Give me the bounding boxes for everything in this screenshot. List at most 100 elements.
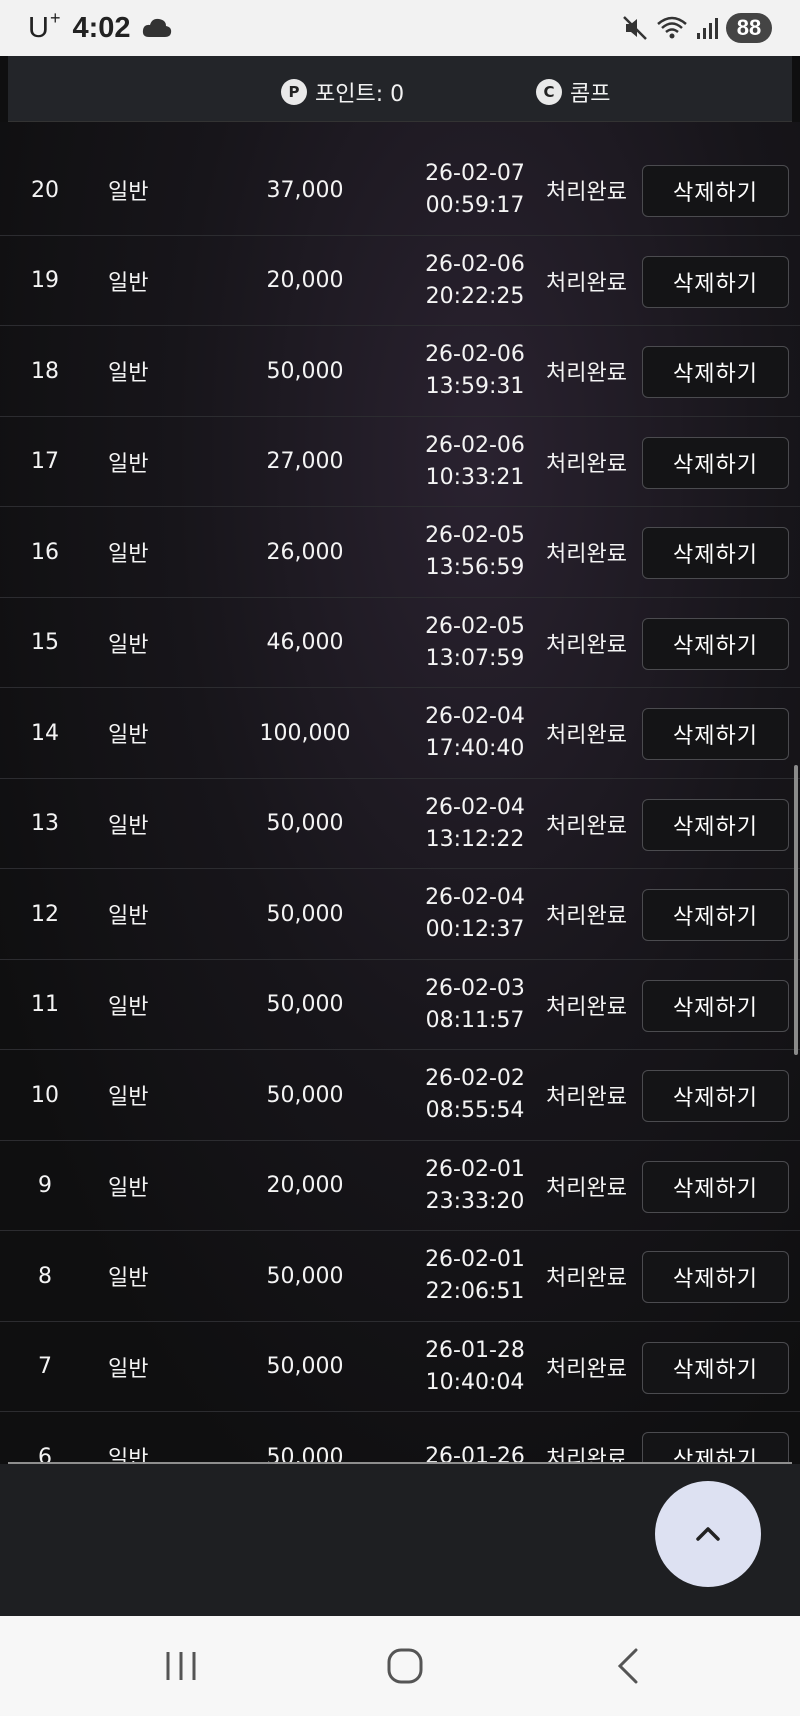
status-bar: U + 4:02 88 [0, 0, 800, 56]
scroll-to-top-button[interactable] [655, 1481, 761, 1587]
point-icon: P [281, 79, 307, 105]
scrollbar-thumb[interactable] [794, 765, 798, 1055]
table-row: 20 일반 37,000 26-02-07 00:59:17 처리완료 삭제하기 [0, 145, 800, 236]
row-amount: 50,000 [266, 1444, 344, 1463]
recent-apps-icon[interactable] [156, 1646, 206, 1686]
delete-button[interactable]: 삭제하기 [642, 255, 789, 308]
row-number: 13 [31, 811, 59, 836]
row-datetime: 26-02-02 08:55:54 [415, 1050, 535, 1140]
row-datetime: 26-01-26 [415, 1412, 535, 1462]
row-time: 13:07:59 [425, 645, 525, 671]
delete-button[interactable]: 삭제하기 [642, 617, 789, 670]
back-icon[interactable] [604, 1646, 654, 1686]
row-number: 11 [31, 992, 59, 1017]
delete-button[interactable]: 삭제하기 [642, 1432, 789, 1462]
delete-button[interactable]: 삭제하기 [642, 1251, 789, 1303]
clock: 4:02 [72, 11, 131, 44]
row-status: 처리완료 [546, 723, 627, 748]
row-date: 26-02-07 [425, 161, 525, 186]
row-type: 일반 [108, 1085, 149, 1110]
delete-button[interactable]: 삭제하기 [642, 889, 789, 941]
row-datetime: 26-02-06 10:33:21 [415, 417, 535, 507]
row-time: 10:33:21 [425, 464, 525, 490]
history-list: 20 일반 37,000 26-02-07 00:59:17 처리완료 삭제하기… [0, 145, 800, 1462]
row-number: 15 [31, 630, 59, 655]
row-amount: 50,000 [266, 1082, 344, 1108]
row-type: 일반 [108, 813, 149, 839]
table-row: 18 일반 50,000 26-02-06 13:59:31 처리완료 삭제하기 [0, 326, 800, 417]
delete-button[interactable]: 삭제하기 [642, 1341, 789, 1394]
row-amount: 100,000 [259, 720, 351, 746]
row-amount: 20,000 [266, 1173, 344, 1198]
row-amount: 50,000 [266, 1354, 344, 1379]
row-amount: 20,000 [266, 268, 344, 293]
row-status: 처리완료 [546, 1266, 627, 1291]
row-date: 26-01-28 [425, 1337, 525, 1363]
table-row: 14 일반 100,000 26-02-04 17:40:40 처리완료 삭제하… [0, 688, 800, 779]
row-number: 8 [38, 1263, 52, 1289]
row-number: 18 [31, 358, 59, 384]
scrollbar[interactable] [794, 130, 798, 1460]
table-row: 13 일반 50,000 26-02-04 13:12:22 처리완료 삭제하기 [0, 779, 800, 869]
row-date: 26-02-06 [425, 432, 525, 458]
row-number: 17 [31, 449, 59, 474]
table-row: 10 일반 50,000 26-02-02 08:55:54 처리완료 삭제하기 [0, 1050, 800, 1141]
row-type: 일반 [108, 723, 149, 748]
row-date: 26-02-01 [425, 1247, 525, 1272]
row-amount: 50,000 [266, 1263, 344, 1289]
delete-button[interactable]: 삭제하기 [642, 436, 789, 489]
row-amount: 46,000 [266, 630, 344, 655]
row-amount: 27,000 [266, 449, 344, 474]
row-status: 처리완료 [546, 180, 627, 205]
history-list-area: 20 일반 37,000 26-02-07 00:59:17 처리완료 삭제하기… [0, 122, 800, 1462]
row-type: 일반 [108, 1356, 149, 1382]
row-datetime: 26-02-05 13:56:59 [415, 507, 535, 597]
row-number: 19 [31, 268, 59, 293]
row-time: 10:40:04 [425, 1369, 525, 1395]
battery-indicator: 88 [726, 13, 772, 43]
row-amount: 37,000 [266, 177, 344, 203]
row-type: 일반 [108, 632, 149, 658]
row-status: 처리완료 [546, 451, 627, 477]
row-type: 일반 [108, 1266, 149, 1291]
delete-button[interactable]: 삭제하기 [642, 1160, 789, 1213]
row-time: 20:22:25 [425, 283, 525, 309]
row-datetime: 26-02-01 22:06:51 [415, 1231, 535, 1321]
row-type: 일반 [108, 180, 149, 205]
row-time: 17:40:40 [425, 736, 525, 761]
home-icon[interactable] [380, 1646, 430, 1686]
delete-button[interactable]: 삭제하기 [642, 798, 789, 851]
top-info-panel: P 포인트: 0 C 콤프 [8, 56, 792, 122]
wifi-icon [657, 16, 687, 39]
row-status: 처리완료 [546, 1447, 627, 1462]
row-time: 22:06:51 [425, 1279, 525, 1304]
table-row: 15 일반 46,000 26-02-05 13:07:59 처리완료 삭제하기 [0, 598, 800, 688]
table-row: 11 일반 50,000 26-02-03 08:11:57 처리완료 삭제하기 [0, 960, 800, 1050]
row-type: 일반 [108, 542, 149, 567]
table-row: 12 일반 50,000 26-02-04 00:12:37 처리완료 삭제하기 [0, 869, 800, 960]
mute-icon [623, 16, 647, 40]
delete-button[interactable]: 삭제하기 [642, 346, 789, 398]
row-status: 처리완료 [546, 270, 627, 296]
row-time: 13:12:22 [425, 826, 525, 852]
row-number: 16 [31, 539, 59, 565]
chevron-up-icon [696, 1527, 720, 1541]
points-display[interactable]: P 포인트: 0 [281, 76, 404, 108]
row-type: 일반 [108, 1175, 149, 1201]
row-type: 일반 [108, 270, 149, 296]
row-date: 26-02-04 [425, 794, 525, 820]
delete-button[interactable]: 삭제하기 [642, 1070, 789, 1122]
delete-button[interactable]: 삭제하기 [642, 165, 789, 217]
table-row: 7 일반 50,000 26-01-28 10:40:04 처리완료 삭제하기 [0, 1322, 800, 1412]
delete-button[interactable]: 삭제하기 [642, 979, 789, 1032]
delete-button[interactable]: 삭제하기 [642, 527, 789, 579]
table-row: 17 일반 27,000 26-02-06 10:33:21 처리완료 삭제하기 [0, 417, 800, 507]
row-date: 26-02-05 [425, 523, 525, 548]
system-nav-bar [0, 1616, 800, 1716]
row-status: 처리완료 [546, 994, 627, 1020]
row-date: 26-02-03 [425, 975, 525, 1001]
row-type: 일반 [108, 994, 149, 1020]
comp-display[interactable]: C 콤프 [536, 76, 610, 108]
delete-button[interactable]: 삭제하기 [642, 708, 789, 760]
row-amount: 50,000 [266, 811, 344, 836]
